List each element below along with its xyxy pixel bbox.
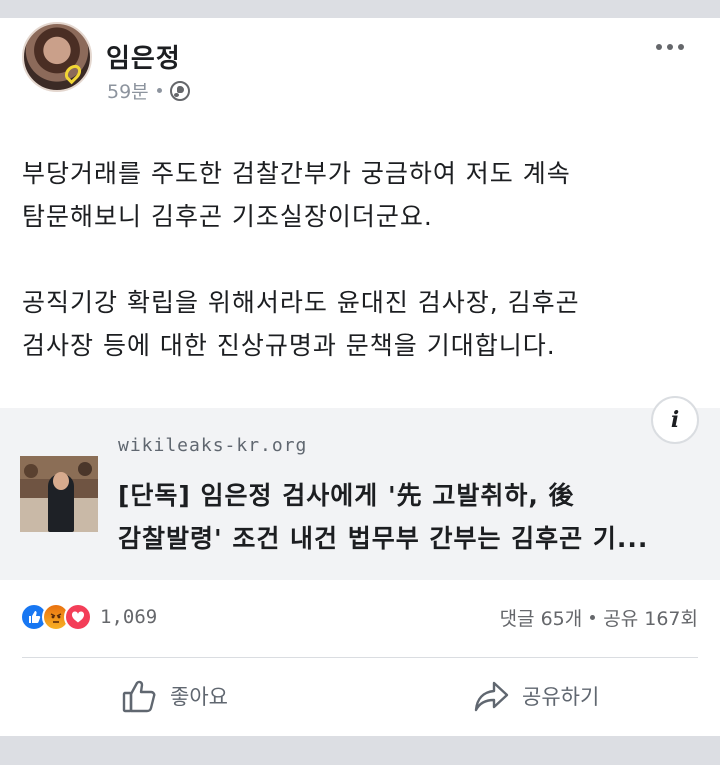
post-time[interactable]: 59분 — [107, 77, 149, 104]
engagement-stats: 댓글 65개 공유 167회 — [500, 604, 698, 631]
yellow-ribbon-icon — [61, 61, 85, 85]
post-text: 부당거래를 주도한 검찰간부가 궁금하여 저도 계속 탐문해보니 김후곤 기조실… — [22, 152, 682, 367]
like-label: 좋아요 — [170, 685, 228, 709]
feed-background-bottom — [0, 736, 720, 765]
post-line: 탐문해보니 김후곤 기조실장이더군요. — [22, 202, 433, 231]
post-line: 부당거래를 주도한 검찰간부가 궁금하여 저도 계속 — [22, 159, 571, 188]
link-thumbnail[interactable] — [20, 456, 98, 532]
reaction-count: 1,069 — [100, 606, 158, 628]
love-icon — [64, 603, 92, 631]
share-button[interactable]: 공유하기 — [474, 672, 599, 720]
post-line: 검사장 등에 대한 진상규명과 문책을 기대합니다. — [22, 331, 556, 360]
post-meta: 59분 — [107, 77, 190, 104]
globe-icon[interactable] — [169, 80, 190, 101]
link-domain[interactable]: wikileaks-kr.org — [118, 435, 307, 456]
link-headline-line: [단독] 임은정 검사에게 '先 고발취하, 後 — [118, 481, 575, 510]
more-options-icon[interactable] — [656, 44, 684, 50]
share-count[interactable]: 공유 167회 — [603, 604, 698, 631]
author-name[interactable]: 임은정 — [106, 38, 181, 75]
share-label: 공유하기 — [522, 685, 600, 709]
separator-dot — [590, 615, 596, 620]
reaction-summary[interactable]: 1,069 — [20, 603, 157, 631]
info-icon[interactable]: i — [651, 396, 699, 444]
feed-background-top — [0, 0, 720, 18]
author-avatar[interactable] — [22, 22, 92, 92]
divider — [22, 657, 698, 658]
link-headline[interactable]: [단독] 임은정 검사에게 '先 고발취하, 後 감찰발령' 조건 내건 법무부… — [118, 474, 693, 560]
link-headline-line: 감찰발령' 조건 내건 법무부 간부는 김후곤 기... — [118, 524, 649, 553]
thumbs-up-icon — [122, 679, 158, 713]
separator-dot — [156, 88, 162, 93]
comment-count[interactable]: 댓글 65개 — [500, 604, 583, 631]
post-line: 공직기강 확립을 위해서라도 윤대진 검사장, 김후곤 — [22, 288, 580, 317]
like-button[interactable]: 좋아요 — [122, 672, 228, 720]
share-arrow-icon — [474, 680, 510, 712]
